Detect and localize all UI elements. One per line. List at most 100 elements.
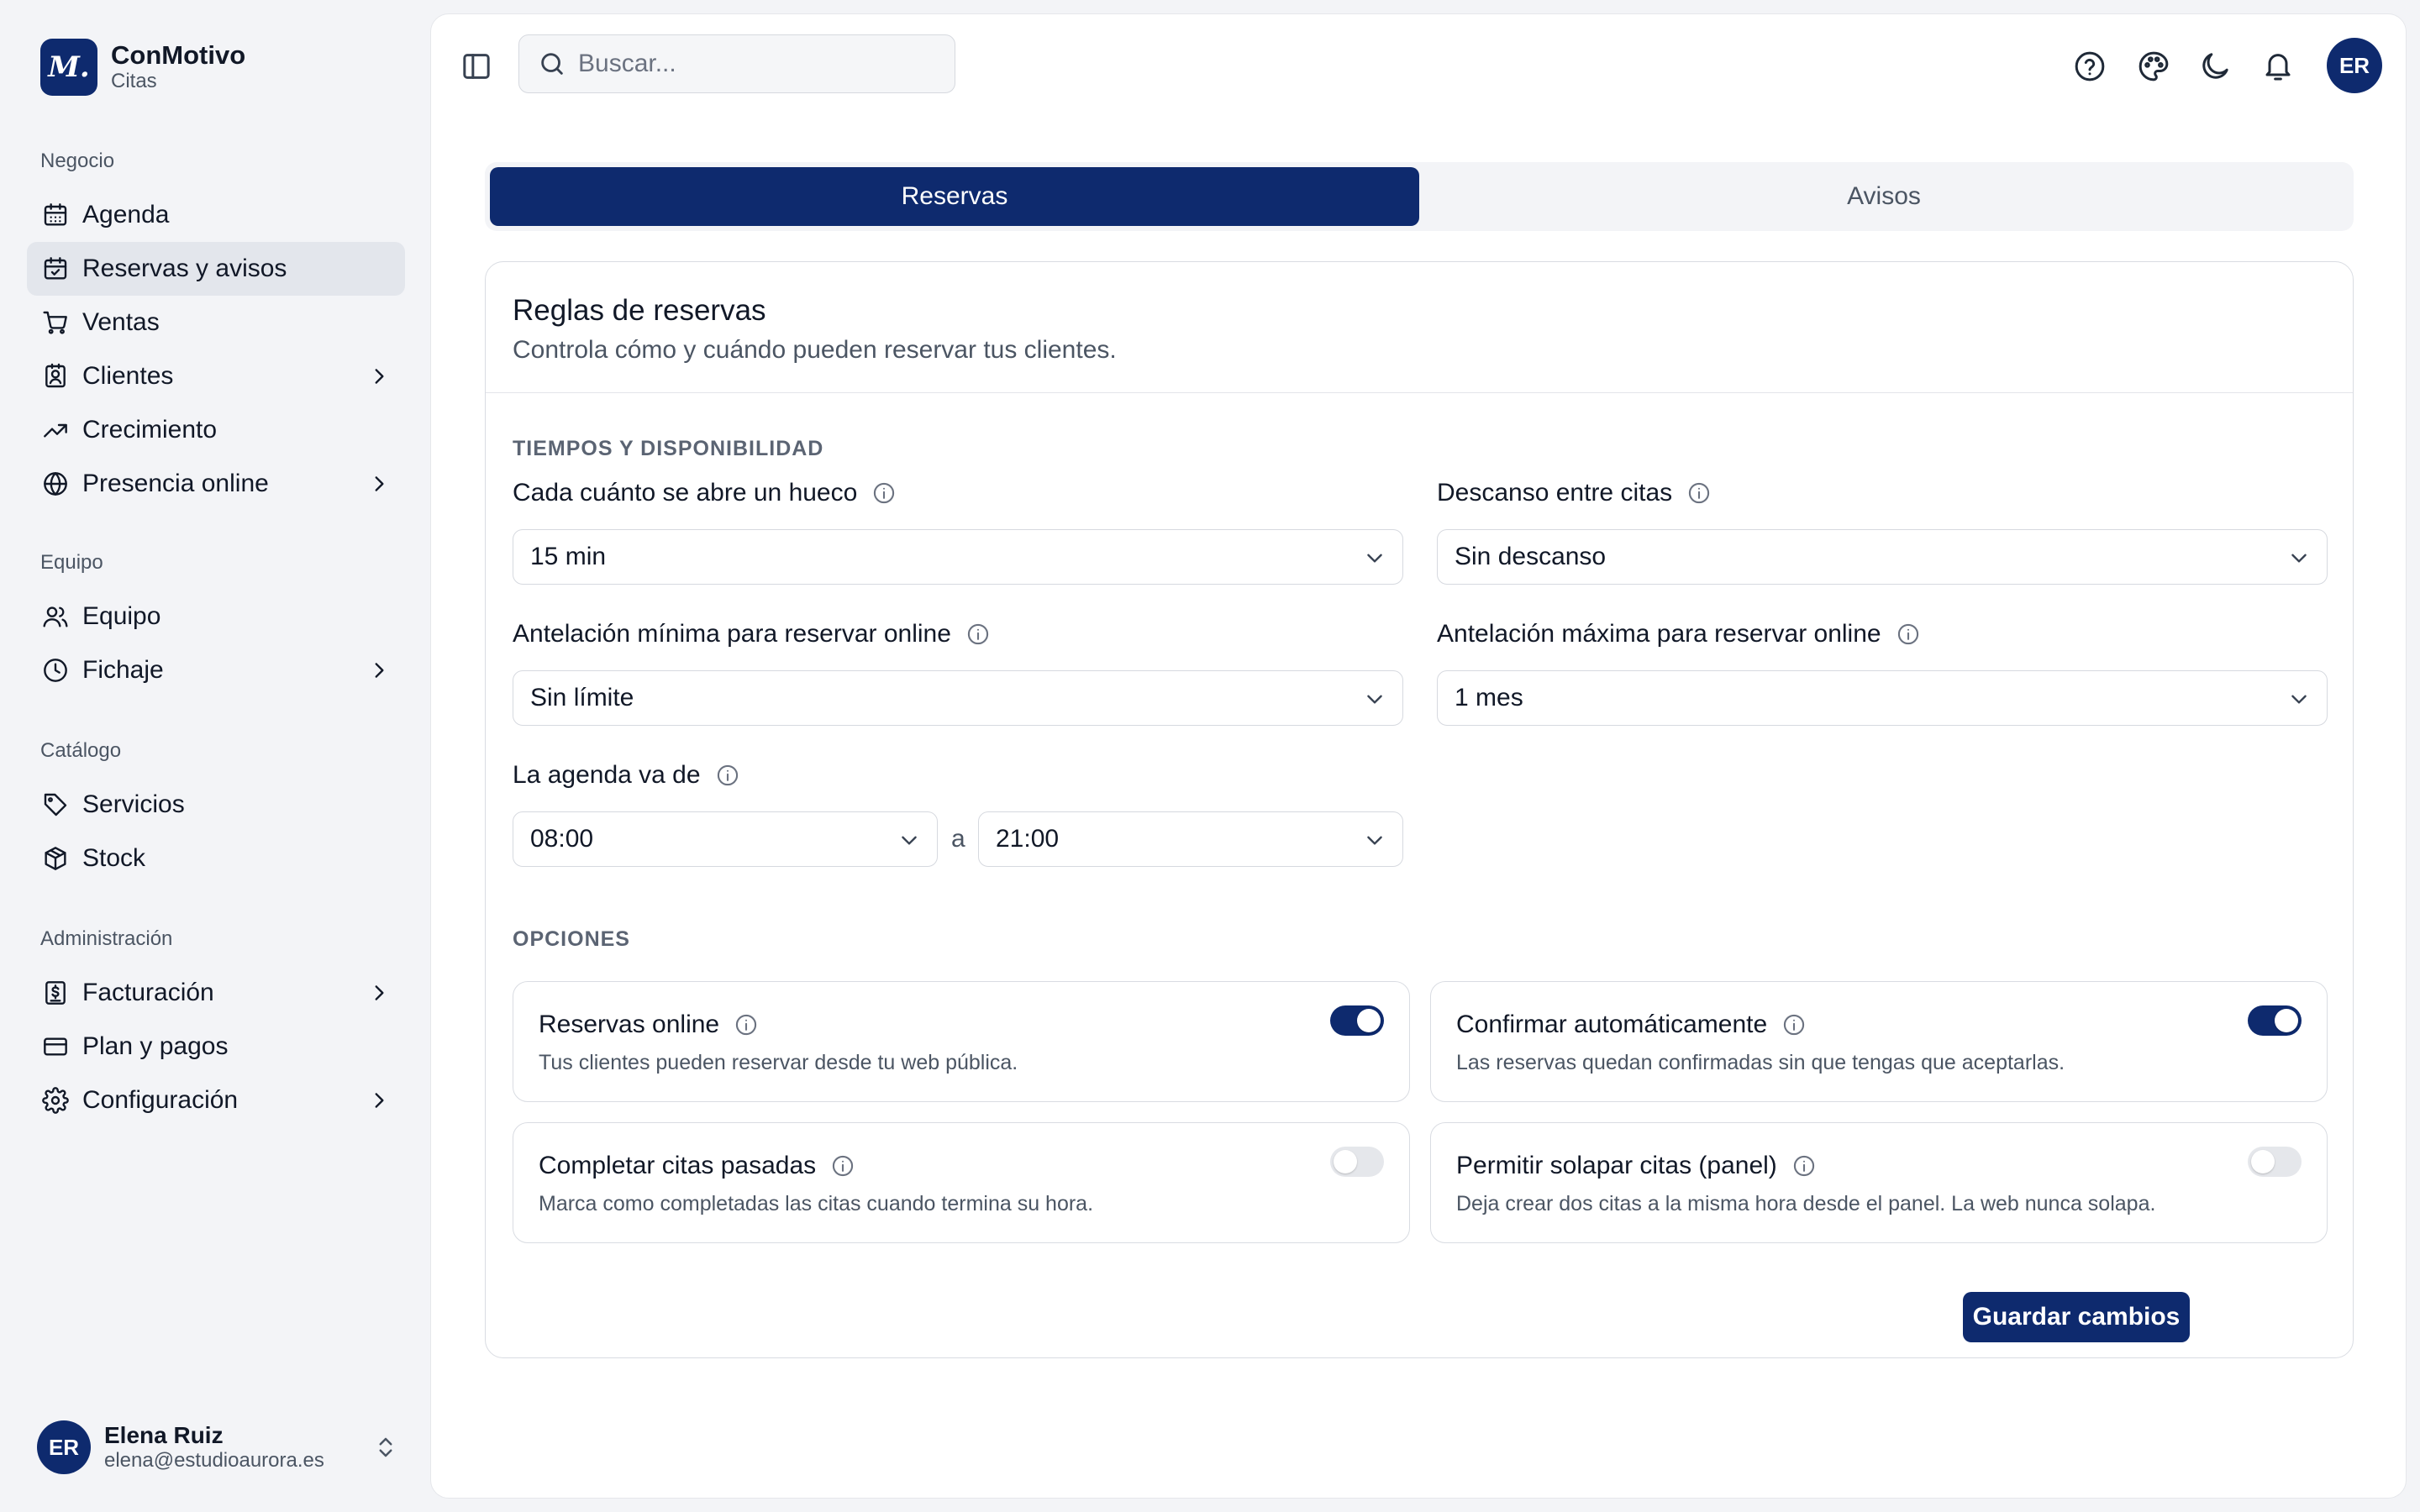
card-subtitle: Controla cómo y cuándo pueden reservar t… xyxy=(513,336,1117,364)
agenda-range-label: La agenda va de xyxy=(513,761,701,789)
sidebar-item-label: Clientes xyxy=(82,362,174,390)
break-select[interactable]: Sin descanso xyxy=(1437,529,2328,585)
sidebar-item-servicios[interactable]: Servicios xyxy=(27,778,405,832)
sidebar-item-fichaje[interactable]: Fichaje xyxy=(27,643,405,697)
option-description: Las reservas quedan confirmadas sin que … xyxy=(1456,1051,2065,1074)
option-card-online-booking: Reservas online Tus clientes pueden rese… xyxy=(513,981,1410,1102)
allow-overlap-toggle[interactable] xyxy=(2248,1147,2302,1177)
main-panel: ER Reservas Avisos Reglas de reservas Co… xyxy=(430,13,2407,1499)
trending-up-icon xyxy=(42,417,69,444)
toggle-knob xyxy=(2251,1150,2275,1173)
invoice-icon xyxy=(42,979,69,1006)
chevron-right-icon xyxy=(375,985,384,1000)
nav-heading: Negocio xyxy=(40,150,115,172)
sidebar-item-label: Presencia online xyxy=(82,470,269,497)
info-icon[interactable] xyxy=(1782,1013,1806,1037)
agenda-start-select[interactable]: 08:00 xyxy=(513,811,938,867)
bell-icon[interactable] xyxy=(2261,50,2295,83)
credit-card-icon xyxy=(42,1033,69,1060)
user-menu[interactable]: ER Elena Ruiz elena@estudioaurora.es xyxy=(37,1420,398,1475)
sidebar-item-label: Agenda xyxy=(82,201,170,228)
contacts-icon xyxy=(42,363,69,390)
info-icon[interactable] xyxy=(1687,481,1711,505)
auto-confirm-toggle[interactable] xyxy=(2248,1005,2302,1036)
sidebar-item-facturacion[interactable]: Facturación xyxy=(27,966,405,1020)
info-icon[interactable] xyxy=(831,1154,855,1178)
option-title-text: Completar citas pasadas xyxy=(539,1152,817,1179)
info-icon[interactable] xyxy=(716,764,739,787)
nav-section-negocio: Negocio Agenda Reservas y avisos Ventas xyxy=(27,144,405,511)
info-icon[interactable] xyxy=(1792,1154,1816,1178)
max-advance-select[interactable]: 1 mes xyxy=(1437,670,2328,726)
sidebar-item-crecimiento[interactable]: Crecimiento xyxy=(27,403,405,457)
agenda-end-select[interactable]: 21:00 xyxy=(978,811,1403,867)
toggle-knob xyxy=(1357,1009,1381,1032)
search-box[interactable] xyxy=(518,34,955,93)
nav-heading: Administración xyxy=(40,927,173,950)
sidebar-item-clientes[interactable]: Clientes xyxy=(27,349,405,403)
package-icon xyxy=(42,845,69,872)
sidebar-item-presencia-online[interactable]: Presencia online xyxy=(27,457,405,511)
option-card-auto-confirm: Confirmar automáticamente Las reservas q… xyxy=(1430,981,2328,1102)
chevron-down-icon xyxy=(2291,695,2307,704)
brand[interactable]: M. ConMotivo Citas xyxy=(40,39,245,96)
sidebar-item-agenda[interactable]: Agenda xyxy=(27,188,405,242)
select-value: Sin límite xyxy=(530,684,634,711)
min-advance-label: Antelación mínima para reservar online xyxy=(513,620,951,648)
sidebar-toggle-icon[interactable] xyxy=(460,50,493,83)
search-icon xyxy=(541,53,563,75)
search-input[interactable] xyxy=(578,50,931,78)
nav-section-catalogo: Catálogo Servicios Stock xyxy=(27,734,405,885)
online-booking-toggle[interactable] xyxy=(1330,1005,1384,1036)
option-description: Tus clientes pueden reservar desde tu we… xyxy=(539,1051,1018,1074)
moon-icon[interactable] xyxy=(2198,50,2232,83)
sidebar-item-equipo[interactable]: Equipo xyxy=(27,590,405,643)
chevron-down-icon xyxy=(1367,554,1382,563)
option-description: Deja crear dos citas a la misma hora des… xyxy=(1456,1192,2156,1215)
field-label: Antelación máxima para reservar online xyxy=(1437,620,1920,648)
avatar[interactable]: ER xyxy=(2327,38,2382,93)
topbar: ER xyxy=(431,14,2406,115)
sidebar-item-plan-pagos[interactable]: Plan y pagos xyxy=(27,1020,405,1074)
clock-icon xyxy=(42,657,69,684)
chevron-down-icon xyxy=(1367,695,1382,704)
palette-icon[interactable] xyxy=(2137,50,2170,83)
save-button[interactable]: Guardar cambios xyxy=(1963,1292,2190,1342)
min-advance-select[interactable]: Sin límite xyxy=(513,670,1403,726)
tab-reservas[interactable]: Reservas xyxy=(490,167,1419,226)
nav-section-administracion: Administración Facturación Plan y pagos … xyxy=(27,922,405,1127)
toggle-knob xyxy=(1334,1150,1357,1173)
field-label: Cada cuánto se abre un hueco xyxy=(513,479,896,507)
help-icon[interactable] xyxy=(2073,50,2107,83)
option-title-text: Reservas online xyxy=(539,1011,720,1038)
option-title: Confirmar automáticamente xyxy=(1456,1011,1806,1039)
complete-past-toggle[interactable] xyxy=(1330,1147,1384,1177)
option-card-allow-overlap: Permitir solapar citas (panel) Deja crea… xyxy=(1430,1122,2328,1243)
select-value: 1 mes xyxy=(1455,684,1523,711)
calendar-check-icon xyxy=(42,255,69,282)
option-title-text: Permitir solapar citas (panel) xyxy=(1456,1152,1777,1179)
select-value: 08:00 xyxy=(530,825,594,853)
sidebar-item-configuracion[interactable]: Configuración xyxy=(27,1074,405,1127)
field-label: Descanso entre citas xyxy=(1437,479,1711,507)
sidebar-item-ventas[interactable]: Ventas xyxy=(27,296,405,349)
sidebar-item-label: Ventas xyxy=(82,308,160,336)
field-label: La agenda va de xyxy=(513,761,739,790)
globe-icon xyxy=(42,470,69,497)
option-title: Completar citas pasadas xyxy=(539,1152,855,1180)
info-icon[interactable] xyxy=(734,1013,758,1037)
option-title-text: Confirmar automáticamente xyxy=(1456,1011,1768,1038)
info-icon[interactable] xyxy=(966,622,990,646)
slot-interval-select[interactable]: 15 min xyxy=(513,529,1403,585)
tab-list: Reservas Avisos xyxy=(485,162,2354,231)
chevron-down-icon xyxy=(2291,554,2307,563)
sidebar-item-label: Configuración xyxy=(82,1086,239,1114)
info-icon[interactable] xyxy=(1897,622,1920,646)
info-icon[interactable] xyxy=(872,481,896,505)
sidebar-item-reservas-avisos[interactable]: Reservas y avisos xyxy=(27,242,405,296)
sidebar-item-label: Plan y pagos xyxy=(82,1032,229,1060)
sidebar-item-stock[interactable]: Stock xyxy=(27,832,405,885)
sidebar-item-label: Stock xyxy=(82,844,146,872)
tab-avisos[interactable]: Avisos xyxy=(1419,167,2349,226)
user-name: Elena Ruiz xyxy=(104,1422,224,1448)
